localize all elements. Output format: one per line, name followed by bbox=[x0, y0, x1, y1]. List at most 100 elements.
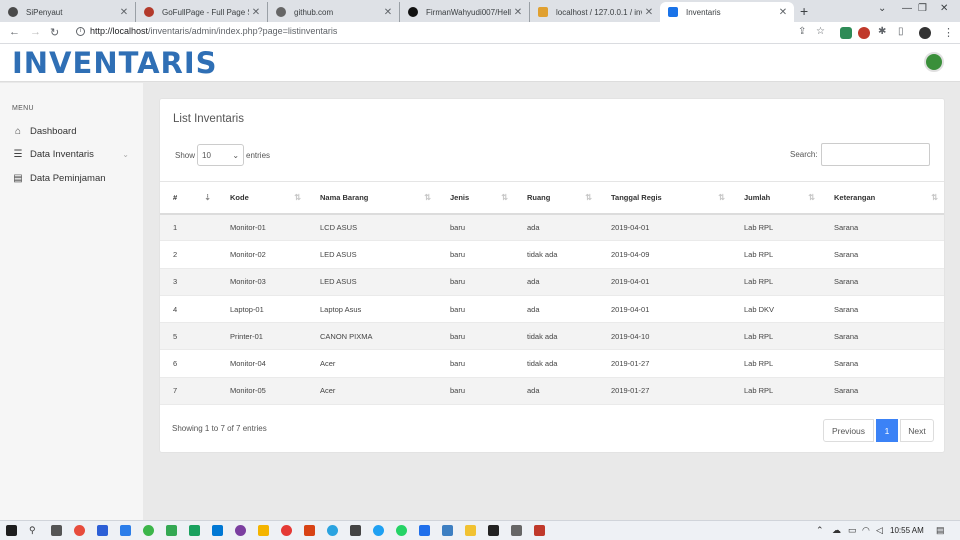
sidebar-item-data-peminjaman[interactable]: ▤ Data Peminjaman bbox=[0, 168, 143, 188]
app-icon[interactable] bbox=[143, 525, 154, 536]
table-cell: 2 bbox=[160, 240, 217, 269]
chevron-up-icon[interactable]: ⌃ bbox=[816, 525, 824, 536]
app-logo[interactable]: INVENTARIS bbox=[12, 46, 218, 80]
previous-button[interactable]: Previous bbox=[823, 419, 874, 442]
close-tab-icon[interactable]: ✕ bbox=[776, 7, 790, 18]
app-icon[interactable] bbox=[534, 525, 545, 536]
tab-phpmyadmin[interactable]: localhost / 127.0.0.1 / inve ✕ bbox=[530, 2, 660, 22]
minimize-icon[interactable]: — bbox=[902, 3, 912, 14]
column-header[interactable]: Kode ⇅ bbox=[217, 181, 307, 215]
table-cell: Monitor-04 bbox=[217, 349, 307, 378]
table-cell: 2019-01-27 bbox=[598, 377, 731, 406]
search-icon[interactable]: ⚲ bbox=[29, 525, 36, 536]
menu-dots-icon[interactable]: ⋮ bbox=[943, 26, 954, 39]
page-length-select[interactable]: 10 ⌄ bbox=[197, 144, 245, 166]
telegram-icon[interactable] bbox=[327, 525, 338, 536]
page-icon bbox=[668, 7, 678, 17]
extension-icon[interactable] bbox=[840, 27, 852, 39]
restore-icon[interactable]: ❐ bbox=[918, 3, 927, 14]
page-title: List Inventaris bbox=[173, 113, 244, 125]
app-icon[interactable] bbox=[350, 525, 361, 536]
file-explorer-icon[interactable] bbox=[465, 525, 476, 536]
app-icon[interactable] bbox=[235, 525, 246, 536]
table-cell: Monitor-02 bbox=[217, 240, 307, 269]
tab-github[interactable]: github.com ✕ bbox=[268, 2, 400, 22]
table-cell: Laptop Asus bbox=[307, 295, 437, 324]
tab-github-repo[interactable]: FirmanWahyudi007/Hello-W ✕ bbox=[400, 2, 530, 22]
column-header[interactable]: Ruang ⇅ bbox=[514, 181, 598, 215]
sidebar-item-dashboard[interactable]: ⌂ Dashboard bbox=[0, 121, 143, 141]
share-icon[interactable]: ⇪ bbox=[798, 26, 806, 37]
app-icon[interactable] bbox=[120, 525, 131, 536]
sidepanel-icon[interactable]: ▯ bbox=[898, 26, 904, 37]
close-tab-icon[interactable]: ✕ bbox=[381, 7, 395, 18]
puzzle-icon[interactable]: ✱ bbox=[878, 26, 886, 37]
drive-icon[interactable] bbox=[166, 525, 177, 536]
whatsapp-icon[interactable] bbox=[396, 525, 407, 536]
tab-inventaris[interactable]: Inventaris ✕ bbox=[660, 2, 794, 22]
entries-label: entries bbox=[246, 150, 271, 160]
table-cell: Monitor-05 bbox=[217, 377, 307, 406]
close-tab-icon[interactable]: ✕ bbox=[249, 7, 263, 18]
terminal-icon[interactable] bbox=[488, 525, 499, 536]
profile-avatar[interactable] bbox=[919, 27, 931, 39]
reload-icon[interactable]: ↻ bbox=[50, 26, 59, 39]
notification-icon[interactable]: ▤ bbox=[936, 525, 945, 536]
app-icon[interactable] bbox=[373, 525, 384, 536]
app-icon[interactable] bbox=[189, 525, 200, 536]
tab-gofullpage[interactable]: GoFullPage - Full Page Scre ✕ bbox=[136, 2, 268, 22]
column-header[interactable]: Keterangan ⇅ bbox=[821, 181, 944, 215]
column-header[interactable]: Jenis ⇅ bbox=[437, 181, 514, 215]
close-window-icon[interactable]: ✕ bbox=[940, 3, 948, 14]
vscode-icon[interactable] bbox=[212, 525, 223, 536]
next-button[interactable]: Next bbox=[900, 419, 934, 442]
app-icon[interactable] bbox=[304, 525, 315, 536]
cloud-icon[interactable]: ☁ bbox=[832, 525, 841, 536]
table-cell: 2019-01-27 bbox=[598, 349, 731, 378]
bookmark-star-icon[interactable]: ☆ bbox=[816, 26, 825, 37]
user-avatar[interactable] bbox=[924, 52, 944, 72]
table-cell: Lab RPL bbox=[731, 268, 821, 296]
table-cell: CANON PIXMA bbox=[307, 322, 437, 351]
column-header[interactable]: # ⇣ bbox=[160, 181, 217, 215]
battery-icon[interactable]: ▭ bbox=[848, 525, 857, 536]
url-field[interactable]: i http://localhost/inventaris/admin/inde… bbox=[76, 26, 337, 36]
column-header[interactable]: Jumlah ⇅ bbox=[731, 181, 821, 215]
taskbar: ⚲ ⌃ ☁ ▭ ◠ ◁ 10:55 AM ▤ bbox=[0, 520, 960, 540]
wifi-icon[interactable]: ◠ bbox=[862, 525, 870, 536]
app-icon[interactable] bbox=[258, 525, 269, 536]
close-tab-icon[interactable]: ✕ bbox=[117, 7, 131, 18]
url-host: http://localhost bbox=[90, 26, 149, 36]
close-tab-icon[interactable]: ✕ bbox=[642, 7, 656, 18]
table-cell: baru bbox=[437, 268, 514, 296]
info-icon[interactable]: i bbox=[76, 26, 85, 36]
table-info: Showing 1 to 7 of 7 entries bbox=[172, 424, 267, 433]
back-icon[interactable]: ← bbox=[9, 26, 20, 38]
windows-start-icon[interactable] bbox=[6, 525, 17, 536]
sidebar-item-data-inventaris[interactable]: ☰ Data Inventaris ⌄ bbox=[0, 144, 143, 164]
app-icon[interactable] bbox=[281, 525, 292, 536]
column-header[interactable]: Tanggal Regis ⇅ bbox=[598, 181, 731, 215]
taskbar-clock[interactable]: 10:55 AM bbox=[890, 526, 924, 535]
chrome-icon[interactable] bbox=[74, 525, 85, 536]
table-cell: Acer bbox=[307, 377, 437, 406]
tab-search-icon[interactable]: ⌄ bbox=[878, 3, 886, 14]
table-cell: baru bbox=[437, 240, 514, 269]
volume-icon[interactable]: ◁ bbox=[876, 525, 883, 536]
app-icon[interactable] bbox=[511, 525, 522, 536]
app-icon[interactable] bbox=[442, 525, 453, 536]
column-header[interactable]: Nama Barang ⇅ bbox=[307, 181, 437, 215]
tab-sipenyaut[interactable]: SiPenyaut ✕ bbox=[0, 2, 136, 22]
sort-icon: ⇅ bbox=[718, 193, 725, 202]
search-input[interactable] bbox=[820, 143, 930, 166]
app-icon[interactable] bbox=[97, 525, 108, 536]
task-view-icon[interactable] bbox=[51, 525, 62, 536]
forward-icon[interactable]: → bbox=[30, 26, 41, 38]
close-tab-icon[interactable]: ✕ bbox=[511, 7, 525, 18]
page-1-button[interactable]: 1 bbox=[876, 419, 898, 442]
new-tab-button[interactable]: + bbox=[800, 3, 808, 19]
column-label: Kode bbox=[230, 192, 249, 202]
extension-color-icon[interactable] bbox=[858, 27, 870, 39]
table-cell: tidak ada bbox=[514, 349, 598, 378]
app-icon[interactable] bbox=[419, 525, 430, 536]
